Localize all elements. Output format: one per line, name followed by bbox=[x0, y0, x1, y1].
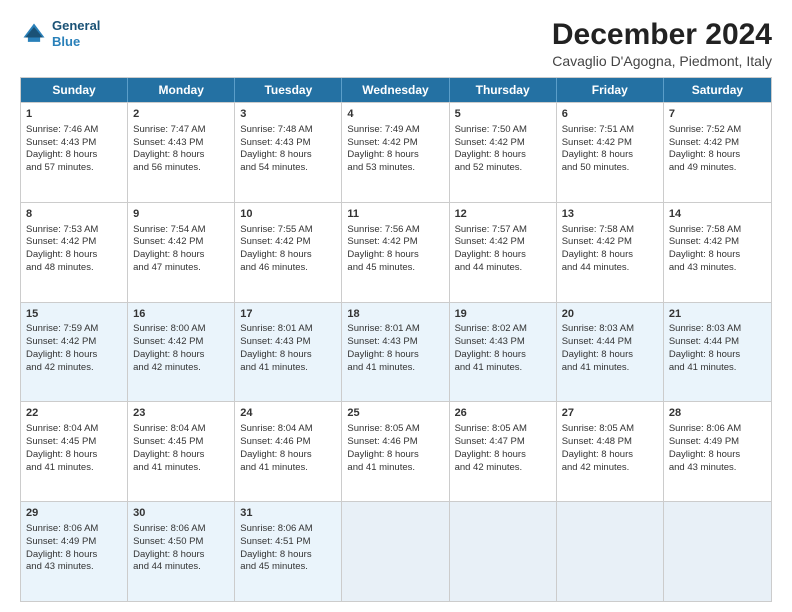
cal-cell-10: 10Sunrise: 7:55 AMSunset: 4:42 PMDayligh… bbox=[235, 203, 342, 302]
cal-cell-15: 15Sunrise: 7:59 AMSunset: 4:42 PMDayligh… bbox=[21, 303, 128, 402]
page: General Blue December 2024 Cavaglio D'Ag… bbox=[0, 0, 792, 612]
logo-line2: Blue bbox=[52, 34, 100, 50]
cal-cell-empty bbox=[450, 502, 557, 601]
cal-cell-28: 28Sunrise: 8:06 AMSunset: 4:49 PMDayligh… bbox=[664, 402, 771, 501]
cal-cell-13: 13Sunrise: 7:58 AMSunset: 4:42 PMDayligh… bbox=[557, 203, 664, 302]
header-saturday: Saturday bbox=[664, 78, 771, 102]
cal-cell-17: 17Sunrise: 8:01 AMSunset: 4:43 PMDayligh… bbox=[235, 303, 342, 402]
cal-cell-7: 7Sunrise: 7:52 AMSunset: 4:42 PMDaylight… bbox=[664, 103, 771, 202]
header-wednesday: Wednesday bbox=[342, 78, 449, 102]
cal-cell-4: 4Sunrise: 7:49 AMSunset: 4:42 PMDaylight… bbox=[342, 103, 449, 202]
cal-cell-20: 20Sunrise: 8:03 AMSunset: 4:44 PMDayligh… bbox=[557, 303, 664, 402]
cal-cell-3: 3Sunrise: 7:48 AMSunset: 4:43 PMDaylight… bbox=[235, 103, 342, 202]
logo-icon bbox=[20, 20, 48, 48]
logo-text: General Blue bbox=[52, 18, 100, 49]
cal-cell-19: 19Sunrise: 8:02 AMSunset: 4:43 PMDayligh… bbox=[450, 303, 557, 402]
cal-cell-22: 22Sunrise: 8:04 AMSunset: 4:45 PMDayligh… bbox=[21, 402, 128, 501]
cal-cell-18: 18Sunrise: 8:01 AMSunset: 4:43 PMDayligh… bbox=[342, 303, 449, 402]
cal-cell-30: 30Sunrise: 8:06 AMSunset: 4:50 PMDayligh… bbox=[128, 502, 235, 601]
cal-cell-14: 14Sunrise: 7:58 AMSunset: 4:42 PMDayligh… bbox=[664, 203, 771, 302]
subtitle: Cavaglio D'Agogna, Piedmont, Italy bbox=[552, 53, 772, 69]
calendar: Sunday Monday Tuesday Wednesday Thursday… bbox=[20, 77, 772, 602]
cal-cell-6: 6Sunrise: 7:51 AMSunset: 4:42 PMDaylight… bbox=[557, 103, 664, 202]
calendar-week-5: 29Sunrise: 8:06 AMSunset: 4:49 PMDayligh… bbox=[21, 501, 771, 601]
cal-cell-23: 23Sunrise: 8:04 AMSunset: 4:45 PMDayligh… bbox=[128, 402, 235, 501]
title-block: December 2024 Cavaglio D'Agogna, Piedmon… bbox=[552, 18, 772, 69]
calendar-body: 1Sunrise: 7:46 AMSunset: 4:43 PMDaylight… bbox=[21, 102, 771, 601]
cal-cell-16: 16Sunrise: 8:00 AMSunset: 4:42 PMDayligh… bbox=[128, 303, 235, 402]
logo-line1: General bbox=[52, 18, 100, 34]
main-title: December 2024 bbox=[552, 18, 772, 51]
cal-cell-26: 26Sunrise: 8:05 AMSunset: 4:47 PMDayligh… bbox=[450, 402, 557, 501]
calendar-week-3: 15Sunrise: 7:59 AMSunset: 4:42 PMDayligh… bbox=[21, 302, 771, 402]
cal-cell-31: 31Sunrise: 8:06 AMSunset: 4:51 PMDayligh… bbox=[235, 502, 342, 601]
header-tuesday: Tuesday bbox=[235, 78, 342, 102]
cal-cell-29: 29Sunrise: 8:06 AMSunset: 4:49 PMDayligh… bbox=[21, 502, 128, 601]
calendar-week-2: 8Sunrise: 7:53 AMSunset: 4:42 PMDaylight… bbox=[21, 202, 771, 302]
header-sunday: Sunday bbox=[21, 78, 128, 102]
cal-cell-empty bbox=[342, 502, 449, 601]
cal-cell-11: 11Sunrise: 7:56 AMSunset: 4:42 PMDayligh… bbox=[342, 203, 449, 302]
cal-cell-1: 1Sunrise: 7:46 AMSunset: 4:43 PMDaylight… bbox=[21, 103, 128, 202]
calendar-week-1: 1Sunrise: 7:46 AMSunset: 4:43 PMDaylight… bbox=[21, 102, 771, 202]
cal-cell-8: 8Sunrise: 7:53 AMSunset: 4:42 PMDaylight… bbox=[21, 203, 128, 302]
cal-cell-12: 12Sunrise: 7:57 AMSunset: 4:42 PMDayligh… bbox=[450, 203, 557, 302]
cal-cell-5: 5Sunrise: 7:50 AMSunset: 4:42 PMDaylight… bbox=[450, 103, 557, 202]
cal-cell-9: 9Sunrise: 7:54 AMSunset: 4:42 PMDaylight… bbox=[128, 203, 235, 302]
logo: General Blue bbox=[20, 18, 100, 49]
cal-cell-27: 27Sunrise: 8:05 AMSunset: 4:48 PMDayligh… bbox=[557, 402, 664, 501]
header-friday: Friday bbox=[557, 78, 664, 102]
cal-cell-2: 2Sunrise: 7:47 AMSunset: 4:43 PMDaylight… bbox=[128, 103, 235, 202]
calendar-header: Sunday Monday Tuesday Wednesday Thursday… bbox=[21, 78, 771, 102]
cal-cell-24: 24Sunrise: 8:04 AMSunset: 4:46 PMDayligh… bbox=[235, 402, 342, 501]
cal-cell-21: 21Sunrise: 8:03 AMSunset: 4:44 PMDayligh… bbox=[664, 303, 771, 402]
header: General Blue December 2024 Cavaglio D'Ag… bbox=[20, 18, 772, 69]
header-monday: Monday bbox=[128, 78, 235, 102]
cal-cell-25: 25Sunrise: 8:05 AMSunset: 4:46 PMDayligh… bbox=[342, 402, 449, 501]
cal-cell-empty bbox=[664, 502, 771, 601]
cal-cell-empty bbox=[557, 502, 664, 601]
header-thursday: Thursday bbox=[450, 78, 557, 102]
calendar-week-4: 22Sunrise: 8:04 AMSunset: 4:45 PMDayligh… bbox=[21, 401, 771, 501]
